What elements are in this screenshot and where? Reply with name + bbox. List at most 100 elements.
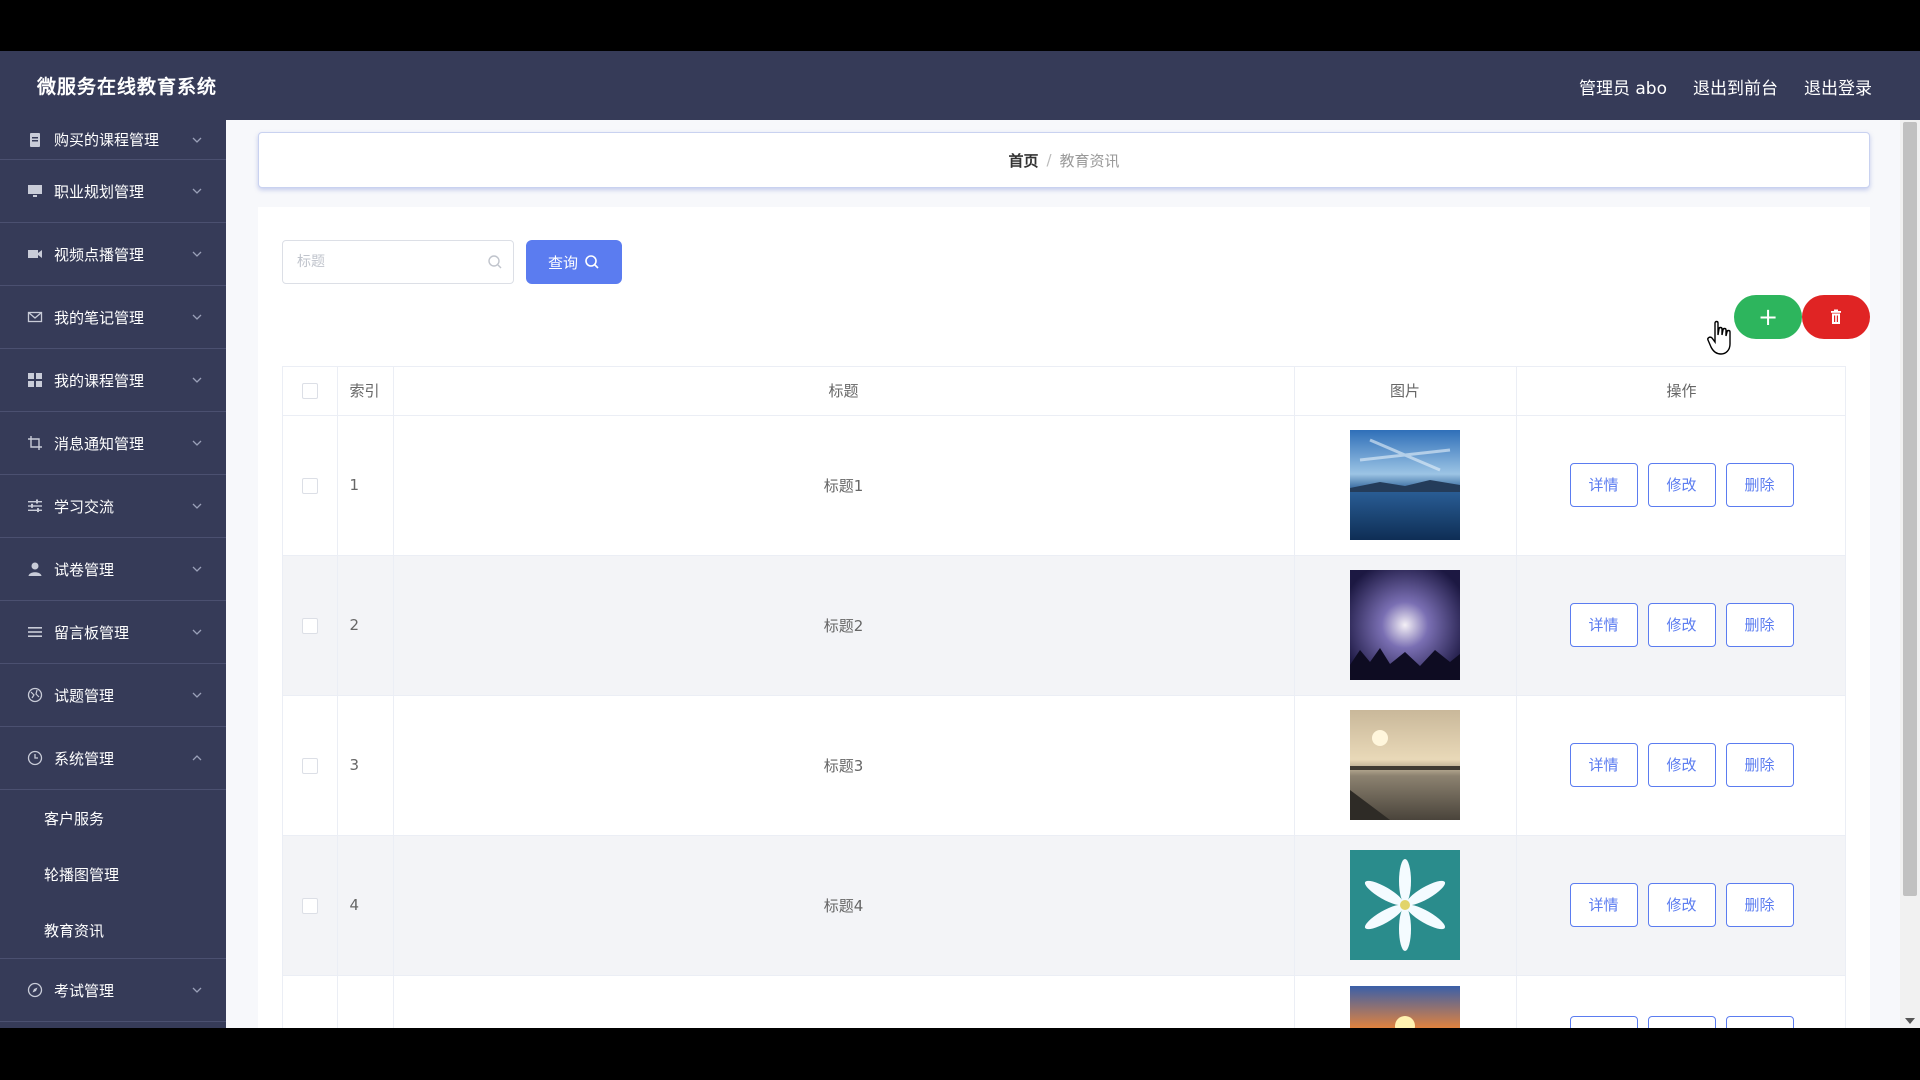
sidebar-item-label: 购买的课程管理 [54, 131, 160, 149]
edit-button[interactable]: 修改 [1647, 603, 1716, 647]
content-panel: 查询 + 索引 标题 图片 操作 [258, 207, 1870, 1028]
sidebar-item-exams[interactable]: 考试管理 [0, 959, 226, 1022]
search-field[interactable] [282, 240, 514, 284]
admin-user-link[interactable]: 管理员 abo [1579, 74, 1667, 99]
search-icon [585, 255, 599, 269]
sidebar-item-career[interactable]: 职业规划管理 [0, 160, 226, 223]
top-header: 微服务在线教育系统 管理员 abo 退出到前台 退出登录 [0, 51, 1920, 120]
submenu-carousel[interactable]: 轮播图管理 [0, 846, 226, 902]
sidebar-item-label: 考试管理 [54, 981, 115, 1000]
batch-delete-button[interactable] [1802, 295, 1870, 339]
news-thumbnail [1350, 710, 1460, 820]
sidebar-item-label: 视频点播管理 [54, 245, 145, 264]
table-row: 1 标题1 详情 修改 删除 [283, 415, 1845, 556]
chevron-down-icon [192, 137, 202, 143]
grid-icon [26, 371, 44, 389]
row-index: 2 [337, 555, 394, 696]
sidebar-item-questions[interactable]: 试题管理 [0, 664, 226, 727]
news-thumbnail [1350, 850, 1460, 960]
document-icon [26, 131, 44, 149]
sidebar-item-video[interactable]: 视频点播管理 [0, 223, 226, 286]
sliders-icon [26, 497, 44, 515]
sidebar-item-system[interactable]: 系统管理 [0, 727, 226, 790]
sidebar-item-label: 留言板管理 [54, 623, 130, 642]
chevron-down-icon [192, 188, 202, 194]
edit-button[interactable]: 修改 [1647, 743, 1716, 787]
scrollbar-thumb[interactable] [1903, 122, 1917, 896]
table-header-row: 索引 标题 图片 操作 [283, 367, 1845, 416]
title-search-input[interactable] [283, 241, 513, 283]
breadcrumb-current: 教育资讯 [1059, 151, 1120, 170]
detail-button[interactable]: 详情 [1569, 603, 1638, 647]
sidebar-item-study-exchange[interactable]: 学习交流 [0, 475, 226, 538]
submenu-education-news[interactable]: 教育资讯 [0, 902, 226, 958]
row-checkbox[interactable] [301, 617, 318, 634]
delete-button[interactable]: 删除 [1725, 603, 1794, 647]
chevron-down-icon [192, 503, 202, 509]
chevron-down-icon [192, 377, 202, 383]
detail-button[interactable]: 详情 [1569, 1015, 1638, 1028]
compass-icon [26, 981, 44, 999]
scroll-down-arrow-icon[interactable] [1905, 1018, 1915, 1024]
select-all-checkbox[interactable] [301, 383, 318, 400]
plus-icon: + [1757, 303, 1779, 331]
news-thumbnail [1350, 430, 1460, 540]
row-title: 标题2 [393, 555, 1295, 696]
news-table: 索引 标题 图片 操作 1 标题1 详情 修改 删除 2 标题2 详情 修改 删… [282, 366, 1846, 1028]
chevron-down-icon [192, 251, 202, 257]
chevron-down-icon [192, 987, 202, 993]
sidebar-item-notes[interactable]: 我的笔记管理 [0, 286, 226, 349]
row-index: 1 [337, 415, 394, 556]
crop-icon [26, 434, 44, 452]
delete-button[interactable]: 删除 [1725, 743, 1794, 787]
sidebar-item-label: 系统管理 [54, 749, 115, 768]
edit-button[interactable]: 修改 [1647, 883, 1716, 927]
detail-button[interactable]: 详情 [1569, 883, 1638, 927]
query-button[interactable]: 查询 [526, 240, 622, 284]
top-letterbox [0, 0, 1920, 51]
chevron-down-icon [192, 629, 202, 635]
sidebar-item-label: 职业规划管理 [54, 182, 145, 201]
sidebar-item-label: 我的课程管理 [54, 371, 145, 390]
delete-button[interactable]: 删除 [1725, 463, 1794, 507]
video-icon [26, 245, 44, 263]
system-submenu: 客户服务 轮播图管理 教育资讯 [0, 790, 226, 959]
sidebar-item-notifications[interactable]: 消息通知管理 [0, 412, 226, 475]
bottom-letterbox [0, 1028, 1920, 1080]
main-area: 首页 / 教育资讯 查询 + [226, 120, 1900, 1028]
query-button-label: 查询 [547, 253, 578, 272]
row-checkbox[interactable] [301, 757, 318, 774]
sidebar-item-my-courses[interactable]: 我的课程管理 [0, 349, 226, 412]
detail-button[interactable]: 详情 [1569, 743, 1638, 787]
sidebar-item-papers[interactable]: 试卷管理 [0, 538, 226, 601]
row-index: 3 [337, 695, 394, 836]
edit-button[interactable]: 修改 [1647, 1015, 1716, 1028]
edit-button[interactable]: 修改 [1647, 463, 1716, 507]
submenu-customer-service[interactable]: 客户服务 [0, 790, 226, 846]
header-title: 标题 [393, 367, 1295, 416]
chevron-down-icon [192, 566, 202, 572]
sidebar-item-purchased-courses[interactable]: 购买的课程管理 [0, 120, 226, 160]
page-scrollbar[interactable] [1900, 120, 1920, 1028]
delete-button[interactable]: 删除 [1725, 883, 1794, 927]
table-row: 2 标题2 详情 修改 删除 [283, 555, 1845, 696]
logout-link[interactable]: 退出登录 [1804, 74, 1872, 99]
sidebar-item-label: 消息通知管理 [54, 434, 145, 453]
row-checkbox[interactable] [301, 477, 318, 494]
breadcrumb-home[interactable]: 首页 [1008, 150, 1038, 171]
row-title [393, 975, 1295, 1028]
app-window: 微服务在线教育系统 管理员 abo 退出到前台 退出登录 购买的课程管理 职业规… [0, 51, 1920, 1028]
news-thumbnail [1350, 985, 1460, 1028]
breadcrumb: 首页 / 教育资讯 [258, 132, 1870, 188]
sidebar: 购买的课程管理 职业规划管理 视频点播管理 我的笔记管理 我的课程管理 消息通知… [0, 120, 226, 1028]
row-checkbox[interactable] [301, 897, 318, 914]
sidebar-item-message-board[interactable]: 留言板管理 [0, 601, 226, 664]
header-nav: 管理员 abo 退出到前台 退出登录 [1579, 74, 1872, 99]
mail-icon [26, 308, 44, 326]
delete-button[interactable]: 删除 [1725, 1015, 1794, 1028]
hand-cursor-icon [1707, 320, 1731, 355]
add-button[interactable]: + [1734, 295, 1802, 339]
detail-button[interactable]: 详情 [1569, 463, 1638, 507]
back-to-front-link[interactable]: 退出到前台 [1693, 74, 1778, 99]
header-actions: 操作 [1516, 367, 1845, 416]
